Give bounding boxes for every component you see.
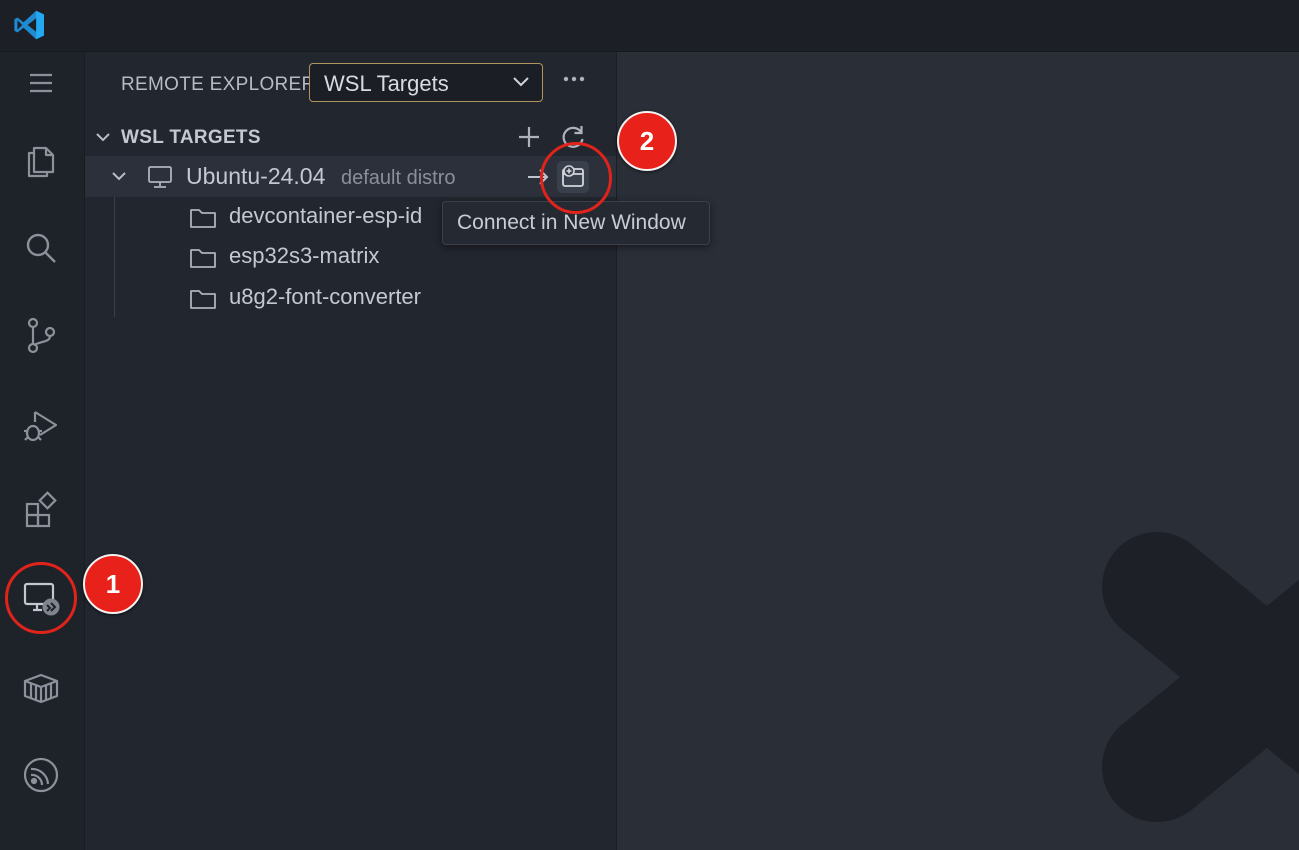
remote-view-select-value: WSL Targets	[324, 71, 449, 96]
folder-row[interactable]: u8g2-font-converter	[85, 278, 616, 318]
annotation-ring-2	[540, 142, 612, 214]
activity-bar	[0, 52, 85, 850]
espressif-icon	[23, 757, 59, 793]
monitor-icon	[148, 166, 172, 188]
activity-explorer[interactable]	[18, 137, 64, 183]
title-bar	[0, 0, 1299, 52]
distro-description: default distro	[341, 167, 456, 189]
activity-run-debug[interactable]	[18, 402, 64, 448]
run-debug-icon	[24, 411, 58, 442]
containers-icon	[23, 673, 59, 704]
chevron-down-icon	[513, 77, 529, 87]
add-icon[interactable]	[515, 123, 543, 151]
more-actions-icon[interactable]	[561, 72, 587, 86]
vscode-logo-icon	[14, 10, 44, 40]
sidebar-title: REMOTE EXPLORER	[121, 74, 316, 95]
section-title: WSL TARGETS	[121, 127, 261, 148]
explorer-files-icon	[27, 146, 55, 178]
vscode-watermark-icon	[1102, 532, 1299, 822]
distro-name: Ubuntu-24.04	[186, 163, 326, 189]
annotation-badge-2: 2	[617, 111, 677, 171]
chevron-down-icon	[112, 172, 126, 181]
tooltip-text: Connect in New Window	[457, 211, 686, 234]
folder-name: u8g2-font-converter	[229, 284, 421, 309]
wsl-distro-row[interactable]: Ubuntu-24.04 default distro	[85, 156, 616, 197]
annotation-badge-1: 1	[83, 554, 143, 614]
folder-icon	[190, 290, 216, 309]
folder-name: devcontainer-esp-id	[229, 203, 423, 228]
folder-name: esp32s3-matrix	[229, 243, 380, 268]
activity-search[interactable]	[18, 225, 64, 271]
editor-area	[617, 52, 1299, 850]
activity-extensions[interactable]	[18, 488, 64, 534]
menu-icon	[30, 73, 52, 93]
annotation-label-2: 2	[639, 125, 655, 156]
annotation-label-1: 1	[105, 568, 121, 599]
extensions-icon	[25, 491, 57, 528]
folder-icon	[190, 249, 216, 268]
activity-source-control[interactable]	[18, 312, 64, 358]
menu-button[interactable]	[18, 60, 64, 106]
chevron-down-icon	[96, 133, 110, 142]
remote-explorer-sidebar: REMOTE EXPLORER WSL Targets WSL TARGETS …	[85, 52, 617, 850]
search-icon	[26, 233, 56, 263]
remote-view-select[interactable]: WSL Targets	[309, 63, 543, 102]
activity-espressif[interactable]	[18, 752, 64, 798]
annotation-ring-1	[5, 562, 77, 634]
wsl-targets-section-header[interactable]: WSL TARGETS	[85, 122, 616, 154]
source-control-icon	[27, 317, 56, 354]
activity-containers[interactable]	[18, 665, 64, 711]
folder-icon	[190, 209, 216, 228]
